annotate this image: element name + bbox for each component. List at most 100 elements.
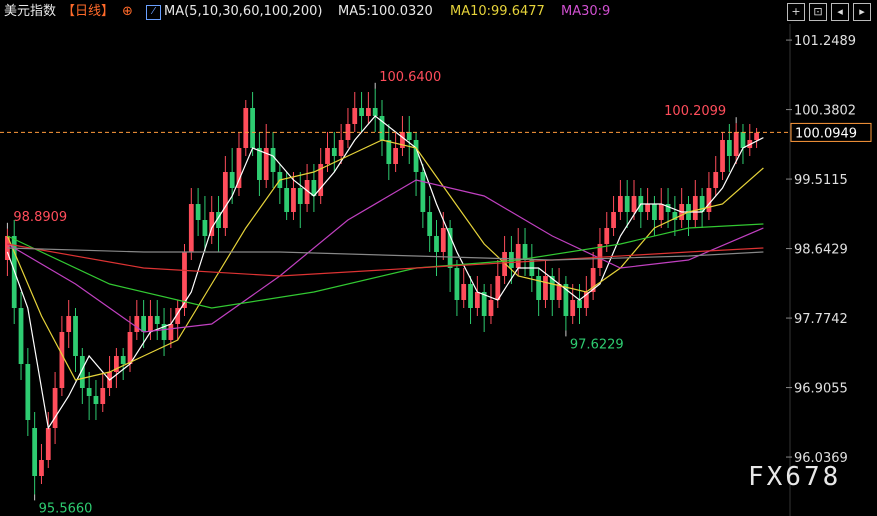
candlestick-chart[interactable]: 101.2489 100.3802 99.5115 98.6429 97.7742 96.… <box>0 0 877 516</box>
candle-body <box>461 284 467 300</box>
y-tick-label: 97.7742 <box>794 312 848 327</box>
candle-body <box>134 316 140 332</box>
ma-settings-label[interactable]: MA(5,10,30,60,100,200) <box>164 0 322 24</box>
add-circle-icon[interactable]: ⊕ <box>122 0 133 24</box>
candle-body <box>631 196 637 212</box>
candle-body <box>202 220 208 236</box>
candle-body <box>474 292 480 308</box>
candle-body <box>604 228 610 244</box>
candle-body <box>617 196 623 212</box>
ma60-line <box>7 223 764 309</box>
ma100-line <box>7 243 764 277</box>
candle-body <box>706 188 712 212</box>
candle-body <box>577 300 582 308</box>
candle-body <box>243 108 249 148</box>
ma10-line <box>6 139 764 381</box>
period-label[interactable]: 【日线】 <box>62 0 114 24</box>
candle-body <box>32 428 38 476</box>
target-icon[interactable]: ⊡ <box>809 3 827 21</box>
y-tick-label: 96.9055 <box>794 382 848 397</box>
current-price-label: 100.0949 <box>795 126 857 141</box>
y-tick-label: 99.5115 <box>794 173 848 188</box>
y-tick-label: 101.2489 <box>794 34 856 49</box>
candle-body <box>284 188 290 212</box>
candle-body <box>148 316 153 332</box>
annotation-label: 98.8909 <box>13 210 67 225</box>
candle-body <box>440 228 446 252</box>
candle-body <box>120 356 126 364</box>
ma30-line <box>7 179 764 333</box>
y-tick-label: 98.6429 <box>794 243 848 258</box>
candle-body <box>740 132 746 148</box>
candle-body <box>372 108 378 116</box>
candle-body <box>611 212 616 228</box>
candle-body <box>195 204 201 220</box>
ma5-value: MA5:100.0320 <box>338 4 433 19</box>
candle-body <box>468 284 473 308</box>
candle-body <box>291 188 296 212</box>
annotation-label: 97.6229 <box>570 337 624 352</box>
candle-body <box>692 196 698 220</box>
candle-body <box>359 108 364 116</box>
candle-body <box>297 188 303 204</box>
candle-body <box>270 148 276 172</box>
candle-body <box>86 388 92 396</box>
candle-body <box>168 324 174 340</box>
candle-body <box>754 132 759 140</box>
candle-body <box>250 108 255 148</box>
candle-body <box>652 204 657 220</box>
candle-body <box>236 148 242 188</box>
candle-body <box>713 172 719 188</box>
crosshair-icon[interactable]: + <box>787 3 805 21</box>
candle-body <box>720 140 725 172</box>
ma10-value: MA10:99.6477 <box>450 4 545 19</box>
arrow-left-icon[interactable]: ◂ <box>831 3 849 21</box>
candle-body <box>222 172 228 228</box>
candle-body <box>413 140 419 172</box>
candle-body <box>331 148 337 156</box>
instrument-title: 美元指数 <box>4 4 57 19</box>
watermark-logo: FX678 <box>748 462 842 492</box>
arrow-right-icon[interactable]: ▸ <box>853 3 871 21</box>
candle-body <box>154 316 160 324</box>
candle-body <box>127 332 133 364</box>
candle-body <box>386 140 392 164</box>
candle-body <box>645 204 651 212</box>
candle-body <box>488 300 494 316</box>
ma30-value: MA30:9 <box>561 4 611 19</box>
candle-body <box>73 316 78 356</box>
candle-body <box>52 388 58 428</box>
annotation-label: 100.2099 <box>664 104 726 119</box>
candle-body <box>59 332 65 388</box>
candle-body <box>726 140 732 156</box>
candle-body <box>515 244 521 268</box>
candle-body <box>420 172 426 212</box>
chart-header: 美元指数 【日线】 ⊕ ⁄ MA(5,10,30,60,100,200) MA5… <box>0 0 877 24</box>
toolbar: + ⊡ ◂ ▸ <box>787 3 877 21</box>
candle-body <box>100 388 106 404</box>
indicator-chart-icon[interactable]: ⁄ <box>146 5 161 20</box>
candle-body <box>93 396 99 404</box>
candle-body <box>570 300 576 316</box>
candle-body <box>352 108 358 124</box>
candle-body <box>536 276 542 300</box>
candle-body <box>665 204 671 212</box>
candle-body <box>454 268 460 300</box>
y-tick-label: 100.3802 <box>794 104 856 119</box>
candle-body <box>141 316 147 332</box>
candle-body <box>427 212 433 236</box>
annotation-label: 95.5660 <box>39 501 93 516</box>
candle-body <box>257 148 262 180</box>
candle-body <box>325 148 330 164</box>
ma5-line <box>6 115 764 430</box>
candle-body <box>229 172 235 188</box>
candle-body <box>338 140 344 156</box>
candle-body <box>434 236 439 252</box>
candle-body <box>39 460 44 476</box>
candle-body <box>18 308 24 364</box>
candle-body <box>45 428 51 460</box>
candle-body <box>522 244 528 260</box>
annotation-label: 100.6400 <box>379 70 441 85</box>
candle-body <box>406 132 412 140</box>
candle-body <box>658 204 664 220</box>
